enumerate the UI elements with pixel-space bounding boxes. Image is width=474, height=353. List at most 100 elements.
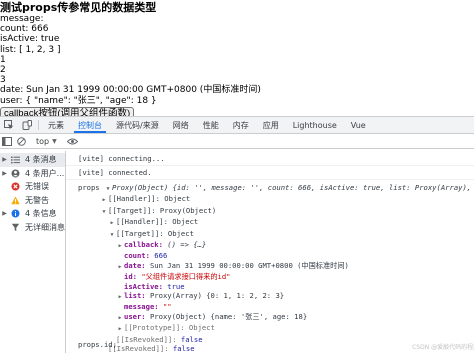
- watermark: CSDN @爱敲代码的程序员: [412, 344, 474, 351]
- eye-icon[interactable]: [65, 138, 81, 145]
- handler-entry: [[Handler]]: Object: [108, 194, 191, 204]
- list-icon: [9, 154, 21, 166]
- console-message: [vite] connected.: [66, 166, 474, 180]
- page-content: 测试props传参常见的数据类型 message: count: 666 isA…: [0, 0, 474, 121]
- sidebar-item-label: 无错误: [25, 182, 49, 192]
- sidebar-item-user-messages[interactable]: ▶ 4 条用户...: [0, 167, 65, 181]
- tree-row[interactable]: ▶ [[Handler]]: Object: [78, 217, 474, 228]
- prototype-entry: [[Prototype]]: Object: [124, 323, 215, 333]
- tree-row: message: "": [78, 302, 474, 311]
- collapse-arrow-icon[interactable]: ▼: [100, 208, 108, 217]
- console-output: [vite] connecting... [vite] connected. p…: [66, 151, 474, 353]
- tab-vue[interactable]: Vue: [344, 117, 373, 133]
- property-value: "": [162, 302, 172, 312]
- property-key: user:: [124, 311, 146, 321]
- property-key: callback:: [124, 240, 163, 250]
- tab-lighthouse[interactable]: Lighthouse: [286, 117, 344, 133]
- list-line: list: [ 1, 2, 3 ]: [0, 44, 61, 55]
- list-item: 3: [0, 75, 6, 86]
- expand-arrow-icon[interactable]: ▶: [116, 242, 124, 251]
- tab-elements[interactable]: 元素: [41, 117, 71, 133]
- props-summary: Proxy(Object) {id: '', message: '', coun…: [111, 183, 474, 192]
- devtools-panel: 元素 控制台 源代码/来源 网络 性能 内存 应用 Lighthouse Vue…: [0, 116, 474, 353]
- tree-row: id: "父组件请求接口得来的id": [78, 272, 474, 281]
- error-icon: [9, 181, 21, 193]
- tab-console[interactable]: 控制台: [71, 117, 109, 133]
- devtools-tabbar: 元素 控制台 源代码/来源 网络 性能 内存 应用 Lighthouse Vue: [0, 117, 474, 134]
- tree-row: count: 666: [78, 251, 474, 260]
- property-value: true: [167, 281, 185, 291]
- tree-row[interactable]: ▶ date: Sun Jan 31 1999 00:00:00 GMT+0800…: [78, 261, 474, 272]
- property-key: date:: [124, 260, 146, 270]
- tab-network[interactable]: 网络: [166, 117, 196, 133]
- info-icon: [9, 208, 21, 220]
- expand-arrow-icon[interactable]: ▶: [116, 325, 124, 334]
- sidebar-item-messages[interactable]: ▶ 4 条消息: [0, 153, 65, 167]
- date-line: date: Sun Jan 31 1999 00:00:00 GMT+0800 …: [0, 85, 261, 96]
- console-body: ▶ 4 条消息 ▶ 4 条用户... 无错误 无警告 ▶ 4 条信息 无详细消息…: [0, 151, 474, 353]
- tab-memory[interactable]: 内存: [226, 117, 256, 133]
- sidebar-item-verbose[interactable]: 无详细消息: [0, 221, 65, 235]
- sidebar-item-label: 4 条用户...: [25, 168, 65, 178]
- user-line: user: { "name": "张三", "age": 18 }: [0, 95, 157, 106]
- sidebar-toggle-icon[interactable]: [0, 136, 14, 146]
- sidebar-item-warnings[interactable]: 无警告: [0, 194, 65, 208]
- tree-row[interactable]: ▼ [[Target]]: Object: [78, 229, 474, 240]
- expand-arrow-icon[interactable]: ▶: [116, 263, 124, 272]
- property-key: [[IsRevoked]]:: [108, 344, 169, 353]
- expand-arrow-icon[interactable]: ▶: [0, 156, 9, 163]
- sidebar-item-errors[interactable]: 无错误: [0, 180, 65, 194]
- context-select[interactable]: top ▼: [33, 137, 60, 146]
- tree-row[interactable]: ▶ callback: () => {…}: [78, 240, 474, 251]
- property-value: "父组件请求接口得来的id": [141, 272, 231, 282]
- divider: [38, 120, 39, 130]
- count-line: count: 666: [0, 24, 49, 35]
- inspect-element-icon[interactable]: [0, 117, 18, 133]
- expand-arrow-icon[interactable]: ▶: [108, 219, 116, 228]
- property-value: false: [180, 334, 203, 344]
- user-icon: [9, 167, 21, 179]
- property-key: count:: [124, 251, 150, 261]
- object-tree: props ▼ Proxy(Object) {id: '', message: '…: [66, 180, 474, 353]
- dropdown-arrow-icon: ▼: [52, 137, 57, 145]
- context-label: top: [36, 136, 50, 146]
- expand-arrow-icon[interactable]: ▶: [0, 170, 9, 177]
- expand-arrow-icon[interactable]: ▶: [116, 293, 124, 302]
- property-value: Proxy(Object) {name: '张三', age: 18}: [149, 311, 308, 321]
- tree-row[interactable]: ▶ [[Handler]]: Object: [78, 194, 474, 205]
- collapse-arrow-icon[interactable]: ▼: [104, 185, 112, 194]
- clear-console-icon[interactable]: [14, 136, 28, 146]
- tab-application[interactable]: 应用: [256, 117, 286, 133]
- filter-input[interactable]: [85, 135, 470, 147]
- inner-handler-entry: [[Handler]]: Object: [116, 217, 199, 227]
- page-title: 测试props传参常见的数据类型: [0, 1, 157, 14]
- isactive-line: isActive: true: [0, 34, 60, 45]
- tab-sources[interactable]: 源代码/来源: [109, 117, 166, 133]
- inner-target-entry: [[Target]]: Object: [116, 228, 194, 238]
- tab-performance[interactable]: 性能: [196, 117, 226, 133]
- sidebar-item-label: 无详细消息: [25, 222, 65, 232]
- list-item: 2: [0, 65, 6, 76]
- sidebar-item-info[interactable]: ▶ 4 条信息: [0, 207, 65, 221]
- collapse-arrow-icon[interactable]: ▼: [108, 231, 116, 240]
- property-key: id:: [124, 272, 137, 282]
- tree-row[interactable]: ▶ [[Prototype]]: Object: [78, 323, 474, 334]
- tree-row[interactable]: ▼ [[Target]]: Proxy(Object): [78, 206, 474, 217]
- console-message: [vite] connecting...: [66, 151, 474, 166]
- console-sidebar: ▶ 4 条消息 ▶ 4 条用户... 无错误 无警告 ▶ 4 条信息 无详细消息: [0, 151, 66, 353]
- device-toolbar-icon[interactable]: [18, 117, 36, 133]
- tree-row[interactable]: ▶ user: Proxy(Object) {name: '张三', age: 1…: [78, 312, 474, 323]
- expand-arrow-icon[interactable]: ▶: [100, 196, 108, 205]
- message-line: message:: [0, 14, 44, 24]
- expand-arrow-icon[interactable]: ▶: [116, 314, 124, 323]
- sidebar-item-label: 无警告: [25, 195, 49, 205]
- props-row[interactable]: props ▼ Proxy(Object) {id: '', message: '…: [78, 183, 474, 194]
- tree-row[interactable]: ▶ list: Proxy(Array) {0: 1, 1: 2, 2: 3}: [78, 291, 474, 302]
- property-key: message:: [124, 302, 159, 312]
- property-value: () => {…}: [167, 240, 207, 250]
- expand-arrow-icon[interactable]: ▶: [0, 210, 9, 217]
- property-value: Sun Jan 31 1999 00:00:00 GMT+0800 (中国标准时…: [149, 260, 349, 270]
- property-value: Proxy(Array) {0: 1, 1: 2, 2: 3}: [149, 291, 285, 301]
- sidebar-item-label: 4 条信息: [25, 209, 57, 219]
- console-prompt-input[interactable]: props.id;: [78, 340, 117, 349]
